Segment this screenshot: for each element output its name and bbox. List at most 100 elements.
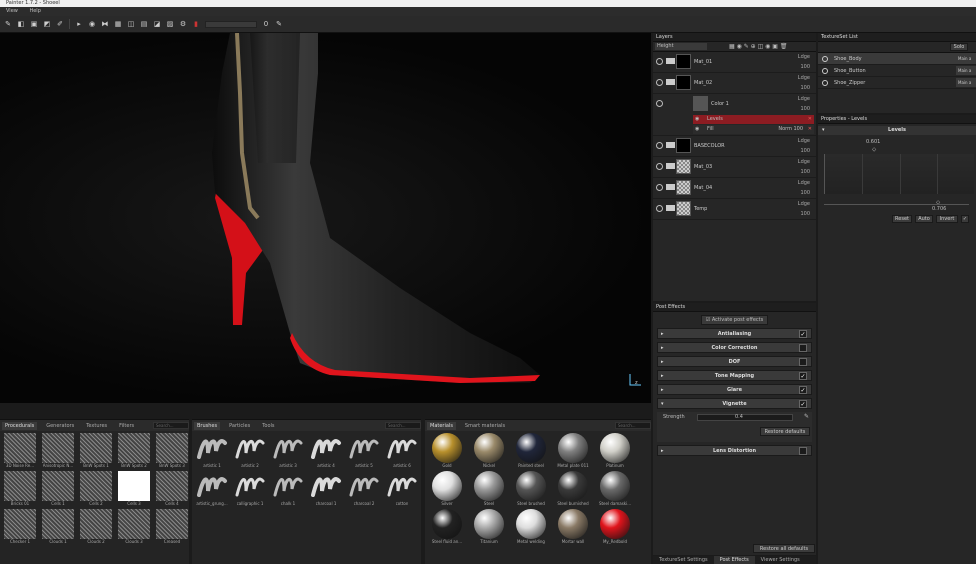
brush-item[interactable]: calligraphic 1 [232,471,268,507]
material-item[interactable]: Steel [469,471,509,507]
settings-icon[interactable]: ⚙ [179,20,187,28]
post-effect-checkbox[interactable] [799,344,807,352]
tab-viewer-settings[interactable]: Viewer Settings [755,556,806,564]
tab-filters[interactable]: Filters [116,422,137,430]
symmetry-icon[interactable]: ⧓ [101,20,109,28]
color-picker-icon[interactable]: ✐ [56,20,64,28]
layer-effect-row[interactable]: ◉ Fill Norm 100 ✕ [693,125,814,134]
material-item[interactable]: Metal plate 011 [553,433,593,469]
procedural-item[interactable]: Bricks 01 [2,471,38,507]
material-item[interactable]: Steel burnished [553,471,593,507]
layer-blend-mode[interactable]: Ldge [798,54,810,60]
grid-icon[interactable]: ▦ [114,20,122,28]
brush-item[interactable]: chalk 1 [270,471,306,507]
visibility-eye-icon[interactable] [656,205,663,212]
textureset-row[interactable]: Shoe_Button Main a [818,65,976,77]
procedural-item[interactable]: Clouds 3 [116,509,152,545]
visibility-eye-icon[interactable] [656,142,663,149]
material-item[interactable]: Steel brushed [511,471,551,507]
view-icon[interactable]: ◫ [127,20,135,28]
layer-row[interactable]: Mat_03 Ldge 100 [653,157,816,178]
visibility-eye-icon[interactable] [656,79,663,86]
procedural-item[interactable]: Cells 2 [78,471,114,507]
layer-row[interactable]: Temp Ldge 100 [653,199,816,220]
procedural-item[interactable]: BnW Spots 3 [154,433,190,469]
effect-eye-icon[interactable]: ◉ [695,115,699,124]
procedural-item[interactable]: Clouds 1 [40,509,76,545]
shelf-search-input[interactable]: Search... [153,422,189,429]
layer-opacity[interactable]: 100 [800,64,810,70]
post-effect-checkbox[interactable] [799,447,807,455]
material-item[interactable]: Steel fluid an... [427,509,467,545]
add-layer-icon[interactable]: ▦ ◉ ✎ ⊕ ◫ ◉ ▣ 🗑 [729,43,788,50]
procedural-item[interactable]: Cells 4 [154,471,190,507]
brush-item[interactable]: artistic 4 [308,433,344,469]
paint-brush-icon[interactable]: ✎ [4,20,12,28]
brush-item[interactable]: artistic 6 [384,433,420,469]
material-item[interactable]: Platinum [595,433,635,469]
menu-help[interactable]: Help [29,8,40,14]
tab-tools[interactable]: Tools [259,422,277,430]
post-effect-checkbox[interactable]: ✓ [799,330,807,338]
brush-item[interactable]: artistic 2 [232,433,268,469]
tab-procedurals[interactable]: Procedurals [2,421,38,430]
procedural-item[interactable]: BnW Spots 1 [78,433,114,469]
textureset-row[interactable]: Shoe_Zipper Main a [818,77,976,89]
layer-blend-mode[interactable]: Ldge [798,138,810,144]
brush-search-input[interactable]: Search... [385,422,421,429]
material-item[interactable]: Metal welding [511,509,551,545]
layer-effect-blend[interactable]: Norm [778,125,792,134]
procedural-item[interactable]: Checker 1 [2,509,38,545]
camera-icon[interactable]: ◉ [88,20,96,28]
brush-item[interactable]: artistic 5 [346,433,382,469]
remove-effect-icon[interactable]: ✕ [808,125,812,134]
viewport-3d[interactable] [0,32,651,403]
layer-row[interactable]: Color 1 Ldge 100 ◉ Levels ✕ ◉ Fill Norm 100 ✕ [653,94,816,136]
layer-row[interactable]: Mat_01 Ldge 100 [653,52,816,73]
textureset-visibility-icon[interactable] [822,80,828,86]
edit-icon[interactable]: ✎ [275,20,283,28]
projection-icon[interactable]: ▣ [30,20,38,28]
post-effect-row[interactable]: ▸ Tone Mapping ✓ [657,370,812,381]
tab-brushes[interactable]: Brushes [194,421,221,430]
layer-opacity[interactable]: 100 [800,85,810,91]
post-effect-row[interactable]: ▸ DOF [657,356,812,367]
solo-button[interactable]: Solo [950,43,968,51]
layer-opacity[interactable]: 100 [800,169,810,175]
tab-materials[interactable]: Materials [427,421,456,430]
material-item[interactable]: Titanium [469,509,509,545]
post-effect-checkbox[interactable]: ✓ [799,372,807,380]
eraser-icon[interactable]: ◧ [17,20,25,28]
layer-effect-opacity[interactable]: 100 [793,125,803,134]
effect-eye-icon[interactable]: ◉ [695,125,699,134]
toolbar-slider[interactable] [205,20,257,28]
vignette-strength-slider[interactable] [697,414,793,421]
render-icon[interactable]: ▤ [140,20,148,28]
post-effect-row[interactable]: ▸ Glare ✓ [657,384,812,395]
layer-opacity[interactable]: 100 [800,148,810,154]
layer-blend-mode[interactable]: Ldge [798,180,810,186]
material-search-input[interactable]: Search... [615,422,651,429]
brush-item[interactable]: artistic_grung... [194,471,230,507]
brush-item[interactable]: charcoal 1 [308,471,344,507]
layer-effect-row[interactable]: ◉ Levels ✕ [693,115,814,124]
brush-item[interactable]: artistic 1 [194,433,230,469]
textureset-shader-dropdown[interactable]: Main a [956,78,976,87]
brush-item[interactable]: artistic 3 [270,433,306,469]
layer-row[interactable]: BASECOLOR Ldge 100 [653,136,816,157]
tab-smart-materials[interactable]: Smart materials [462,422,508,430]
procedural-item[interactable]: Anisotropic N... [40,433,76,469]
material-item[interactable]: Gold [427,433,467,469]
material-item[interactable]: Mortar wall [553,509,593,545]
tab-textures[interactable]: Textures [83,422,110,430]
textureset-visibility-icon[interactable] [822,68,828,74]
material-item[interactable]: Painted steel [511,433,551,469]
visibility-eye-icon[interactable] [656,58,663,65]
edit-icon[interactable]: ✎ [804,413,809,420]
post-effect-checkbox[interactable] [799,358,807,366]
layer-blend-mode[interactable]: Ldge [798,159,810,165]
layer-opacity[interactable]: 100 [800,106,810,112]
post-effect-row[interactable]: ▸ Antialiasing ✓ [657,328,812,339]
layer-blend-mode[interactable]: Ldge [798,75,810,81]
procedural-item[interactable]: BnW Spots 2 [116,433,152,469]
